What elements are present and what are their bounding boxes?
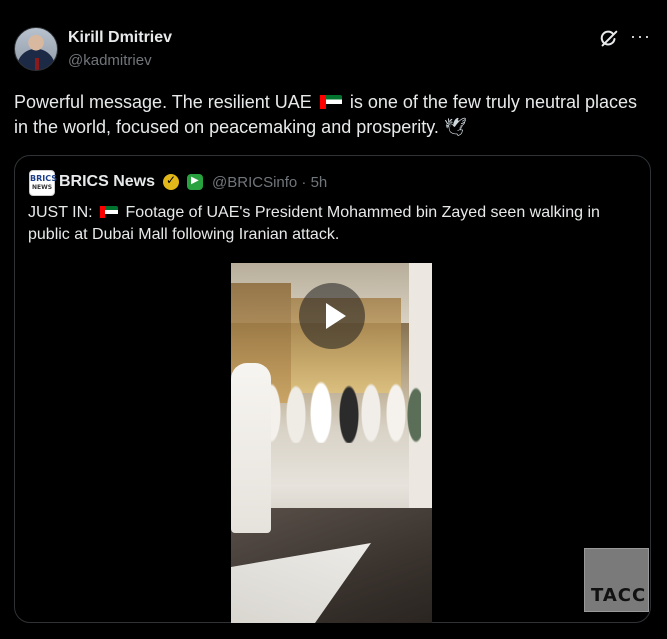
quoted-author-name[interactable]: BRICS News [59, 173, 155, 191]
avatar-logo-news: NEWS [31, 184, 53, 191]
author-name[interactable]: Kirill Dmitriev [68, 29, 172, 47]
play-icon[interactable] [299, 283, 365, 349]
green-affiliate-icon [187, 174, 203, 190]
grok-icon[interactable] [598, 28, 620, 50]
uae-flag-icon [319, 95, 342, 109]
more-icon[interactable]: ··· [630, 26, 651, 47]
quoted-author-avatar[interactable]: BRICS NEWS [29, 170, 58, 196]
uae-flag-icon [100, 206, 119, 218]
tass-watermark: TACC [584, 548, 649, 612]
quoted-text-part1: JUST IN: [28, 204, 93, 221]
quoted-post-text: JUST IN: Footage of UAE's President Moha… [28, 202, 638, 246]
author-handle[interactable]: @kadmitriev [68, 52, 152, 69]
post-text: Powerful message. The resilient UAE is o… [14, 90, 654, 140]
avatar-logo-brics: BRICS [30, 174, 58, 183]
post-text-part1: Powerful message. The resilient UAE [14, 92, 312, 112]
tass-watermark-text: TACC [591, 585, 647, 606]
gold-verified-icon [163, 173, 179, 190]
quoted-author-handle[interactable]: @BRICSinfo · 5h [212, 174, 327, 191]
video-scene-crowd [251, 373, 421, 443]
author-avatar[interactable] [14, 27, 58, 71]
post-container: Kirill Dmitriev @kadmitriev ··· Powerful… [0, 0, 667, 639]
dove-icon: 🕊 [443, 117, 467, 137]
video-scene-person [231, 363, 271, 533]
